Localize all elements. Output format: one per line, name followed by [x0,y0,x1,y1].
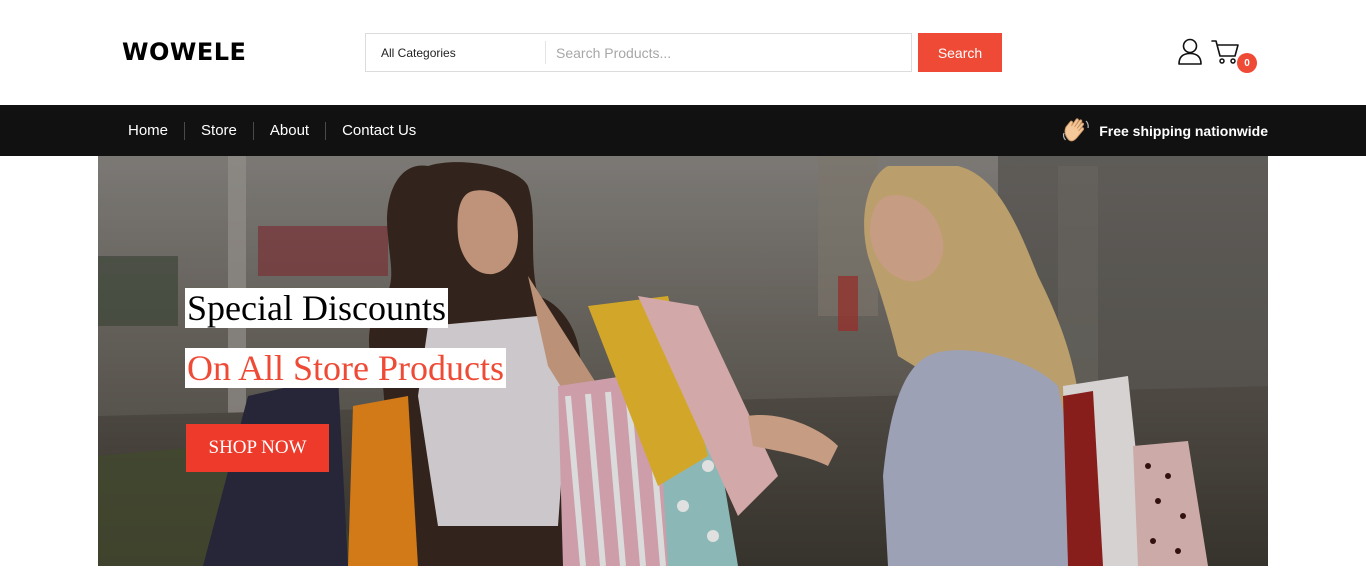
hero-title: Special Discounts [185,288,448,328]
search-input[interactable] [546,34,911,71]
shipping-text: Free shipping nationwide [1099,122,1268,139]
site-header: WOWELE All Categories Search 0 [0,0,1366,105]
main-navbar: Home Store About Contact Us Free shippin… [0,105,1366,156]
nav-item-home[interactable]: Home [112,122,184,140]
cart-count-badge: 0 [1237,53,1257,73]
hero-banner: Special Discounts On All Store Products … [98,156,1268,566]
nav-item-contact[interactable]: Contact Us [325,121,432,140]
nav-item-about[interactable]: About [252,121,325,140]
hero-subtitle: On All Store Products [185,348,507,388]
logo[interactable]: WOWELE [122,38,246,66]
shipping-notice: Free shipping nationwide [1061,105,1268,156]
search-bar: All Categories [365,33,912,72]
nav-links: Home Store About Contact Us [112,105,432,156]
shop-now-button[interactable]: SHOP NOW [186,424,329,472]
nav-item-store[interactable]: Store [184,121,253,140]
waving-hand-icon [1063,117,1089,141]
search-button[interactable]: Search [918,33,1002,72]
category-select[interactable]: All Categories [366,41,546,64]
user-icon[interactable] [1177,38,1203,66]
